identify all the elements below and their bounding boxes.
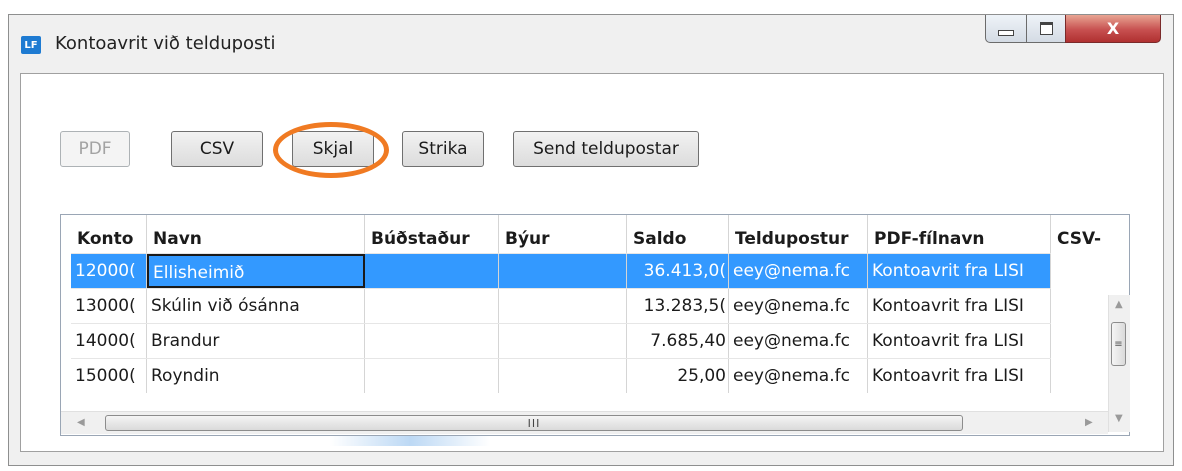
close-button[interactable]: X xyxy=(1065,15,1161,43)
cell-byur xyxy=(499,359,627,393)
cell-byur xyxy=(499,254,627,288)
scroll-left-icon[interactable]: ◀ xyxy=(77,417,85,428)
title-bar[interactable]: LF Kontoavrit við telduposti X xyxy=(9,15,1173,73)
cell-byur xyxy=(499,324,627,358)
accounts-grid[interactable]: Konto Navn Búðstaður Býur Saldo Teldupos… xyxy=(60,214,1130,436)
taskbar-glow xyxy=(330,436,490,446)
skjal-button[interactable]: Skjal xyxy=(292,131,374,167)
scroll-down-icon[interactable]: ▼ xyxy=(1115,413,1123,424)
cell-navn: Brandur xyxy=(147,324,365,358)
cell-budstadur xyxy=(365,359,499,393)
vertical-scroll-thumb[interactable]: ≡ xyxy=(1111,322,1126,366)
cell-konto: 12000( xyxy=(71,254,147,288)
column-header-budstadur[interactable]: Búðstaður xyxy=(365,215,499,253)
column-header-csv[interactable]: CSV- xyxy=(1051,215,1108,253)
cell-pdf-filnavn: Kontoavrit fra LISI xyxy=(868,289,1051,323)
csv-button[interactable]: CSV xyxy=(171,131,263,167)
table-row[interactable]: 12000( Ellisheimið 36.413,0( eey@nema.fc… xyxy=(71,253,1051,289)
pdf-button[interactable]: PDF xyxy=(60,131,130,167)
app-icon: LF xyxy=(21,36,41,54)
column-header-teldupostur[interactable]: Teldupostur xyxy=(729,215,868,253)
cell-teldupostur: eey@nema.fc xyxy=(729,289,868,323)
cell-saldo: 36.413,0( xyxy=(627,254,729,288)
cell-budstadur xyxy=(365,254,499,288)
cell-navn[interactable]: Ellisheimið xyxy=(147,254,365,288)
cell-pdf-filnavn: Kontoavrit fra LISI xyxy=(868,254,1051,288)
column-header-navn[interactable]: Navn xyxy=(147,215,365,253)
content-panel: PDF CSV Skjal Strika Send teldupostar Ko… xyxy=(20,73,1164,452)
minimize-button[interactable] xyxy=(985,15,1027,43)
cell-budstadur xyxy=(365,289,499,323)
cell-saldo: 13.283,5( xyxy=(627,289,729,323)
strika-button[interactable]: Strika xyxy=(402,131,484,167)
cell-navn: Royndin xyxy=(147,359,365,393)
cell-konto: 14000( xyxy=(71,324,147,358)
cell-pdf-filnavn: Kontoavrit fra LISI xyxy=(868,359,1051,393)
cell-teldupostur: eey@nema.fc xyxy=(729,324,868,358)
main-window: LF Kontoavrit við telduposti X PDF CSV S… xyxy=(8,14,1174,466)
send-emails-button[interactable]: Send teldupostar xyxy=(513,131,699,167)
table-row[interactable]: 14000( Brandur 7.685,40 eey@nema.fc Kont… xyxy=(71,323,1051,359)
grid-header: Konto Navn Búðstaður Býur Saldo Teldupos… xyxy=(61,215,1129,253)
cell-saldo: 25,00 xyxy=(627,359,729,393)
cell-budstadur xyxy=(365,324,499,358)
column-header-saldo[interactable]: Saldo xyxy=(627,215,729,253)
horizontal-scroll-thumb[interactable]: III xyxy=(105,415,963,431)
horizontal-scrollbar[interactable]: ◀ III ▶ xyxy=(61,411,1108,434)
cell-teldupostur: eey@nema.fc xyxy=(729,359,868,393)
column-header-pdf-filnavn[interactable]: PDF-fílnavn xyxy=(868,215,1051,253)
column-header-byur[interactable]: Býur xyxy=(499,215,627,253)
scroll-right-icon[interactable]: ▶ xyxy=(1085,417,1093,428)
cell-navn: Skúlin við ósánna xyxy=(147,289,365,323)
cell-konto: 13000( xyxy=(71,289,147,323)
minimize-icon xyxy=(998,29,1014,36)
close-icon: X xyxy=(1106,19,1120,38)
cell-pdf-filnavn: Kontoavrit fra LISI xyxy=(868,324,1051,358)
table-row[interactable]: 13000( Skúlin við ósánna 13.283,5( eey@n… xyxy=(71,288,1051,324)
cell-teldupostur: eey@nema.fc xyxy=(729,254,868,288)
cell-konto: 15000( xyxy=(71,359,147,393)
window-title: Kontoavrit við telduposti xyxy=(55,33,276,54)
cell-saldo: 7.685,40 xyxy=(627,324,729,358)
scroll-up-icon[interactable]: ▲ xyxy=(1115,299,1123,310)
maximize-icon xyxy=(1039,22,1053,35)
vertical-scrollbar[interactable]: ▲ ≡ ▼ xyxy=(1108,295,1130,432)
cell-byur xyxy=(499,289,627,323)
maximize-button[interactable] xyxy=(1026,15,1066,43)
column-header-konto[interactable]: Konto xyxy=(71,215,147,253)
table-row[interactable]: 15000( Royndin 25,00 eey@nema.fc Kontoav… xyxy=(71,358,1051,394)
